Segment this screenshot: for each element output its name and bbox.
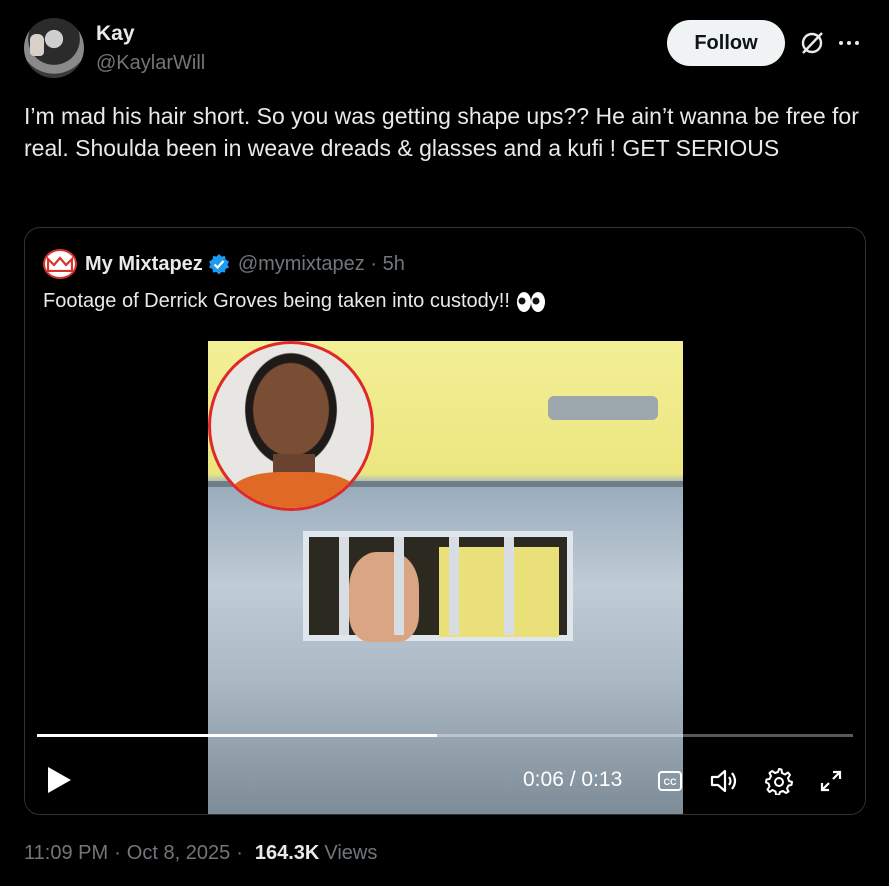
verified-badge-icon (208, 254, 229, 275)
vehicle-window-image (303, 531, 573, 642)
video-frame[interactable] (208, 341, 683, 814)
expand-icon[interactable] (819, 769, 843, 793)
tweet-header: Kay @KaylarWill Follow (24, 18, 865, 78)
avatar[interactable] (24, 18, 84, 78)
author-name[interactable]: Kay (96, 22, 135, 46)
video-progress-fill (37, 734, 437, 737)
quoted-tweet-text: Footage of Derrick Groves being taken in… (43, 290, 546, 313)
gear-icon[interactable] (765, 767, 793, 795)
author-handle[interactable]: @KaylarWill (96, 52, 205, 75)
roof-light-image (548, 396, 658, 420)
closed-captions-icon[interactable]: CC (657, 769, 683, 793)
separator-dot: · (236, 842, 243, 864)
tweet-date[interactable]: Oct 8, 2025 (127, 842, 230, 865)
quoted-tweet-header: My Mixtapez @mymixtapez · 5h (43, 249, 405, 279)
mugshot-inset-image (208, 341, 374, 511)
quoted-author-handle-time[interactable]: @mymixtapez · 5h (238, 253, 405, 276)
play-icon[interactable] (45, 765, 73, 795)
views-count: 164.3K (254, 842, 320, 864)
volume-icon[interactable] (709, 767, 739, 795)
quoted-tweet-text-content: Footage of Derrick Groves being taken in… (43, 290, 510, 312)
separator-dot: · (114, 842, 121, 864)
views-label: Views (324, 842, 378, 864)
tweet-meta: 11:09 PM · Oct 8, 2025 · 164.3K Views (24, 842, 377, 865)
eyes-icon (516, 291, 545, 312)
follow-button[interactable]: Follow (667, 20, 785, 66)
svg-text:CC: CC (664, 777, 677, 787)
grok-icon[interactable] (799, 30, 825, 56)
tweet-text: I’m mad his hair short. So you was getti… (24, 103, 859, 161)
video-progress-bar[interactable] (37, 734, 853, 737)
quoted-tweet[interactable]: My Mixtapez @mymixtapez · 5h Footage of … (24, 227, 866, 815)
mymixtapez-logo[interactable] (43, 249, 77, 279)
video-time: 0:06 / 0:13 (523, 768, 623, 791)
quoted-author-name[interactable]: My Mixtapez (85, 253, 203, 276)
crown-logo-icon (47, 256, 73, 272)
video-player[interactable]: 0:06 / 0:13 CC (25, 341, 865, 814)
tweet-time[interactable]: 11:09 PM (24, 842, 108, 865)
more-icon[interactable] (836, 30, 862, 56)
